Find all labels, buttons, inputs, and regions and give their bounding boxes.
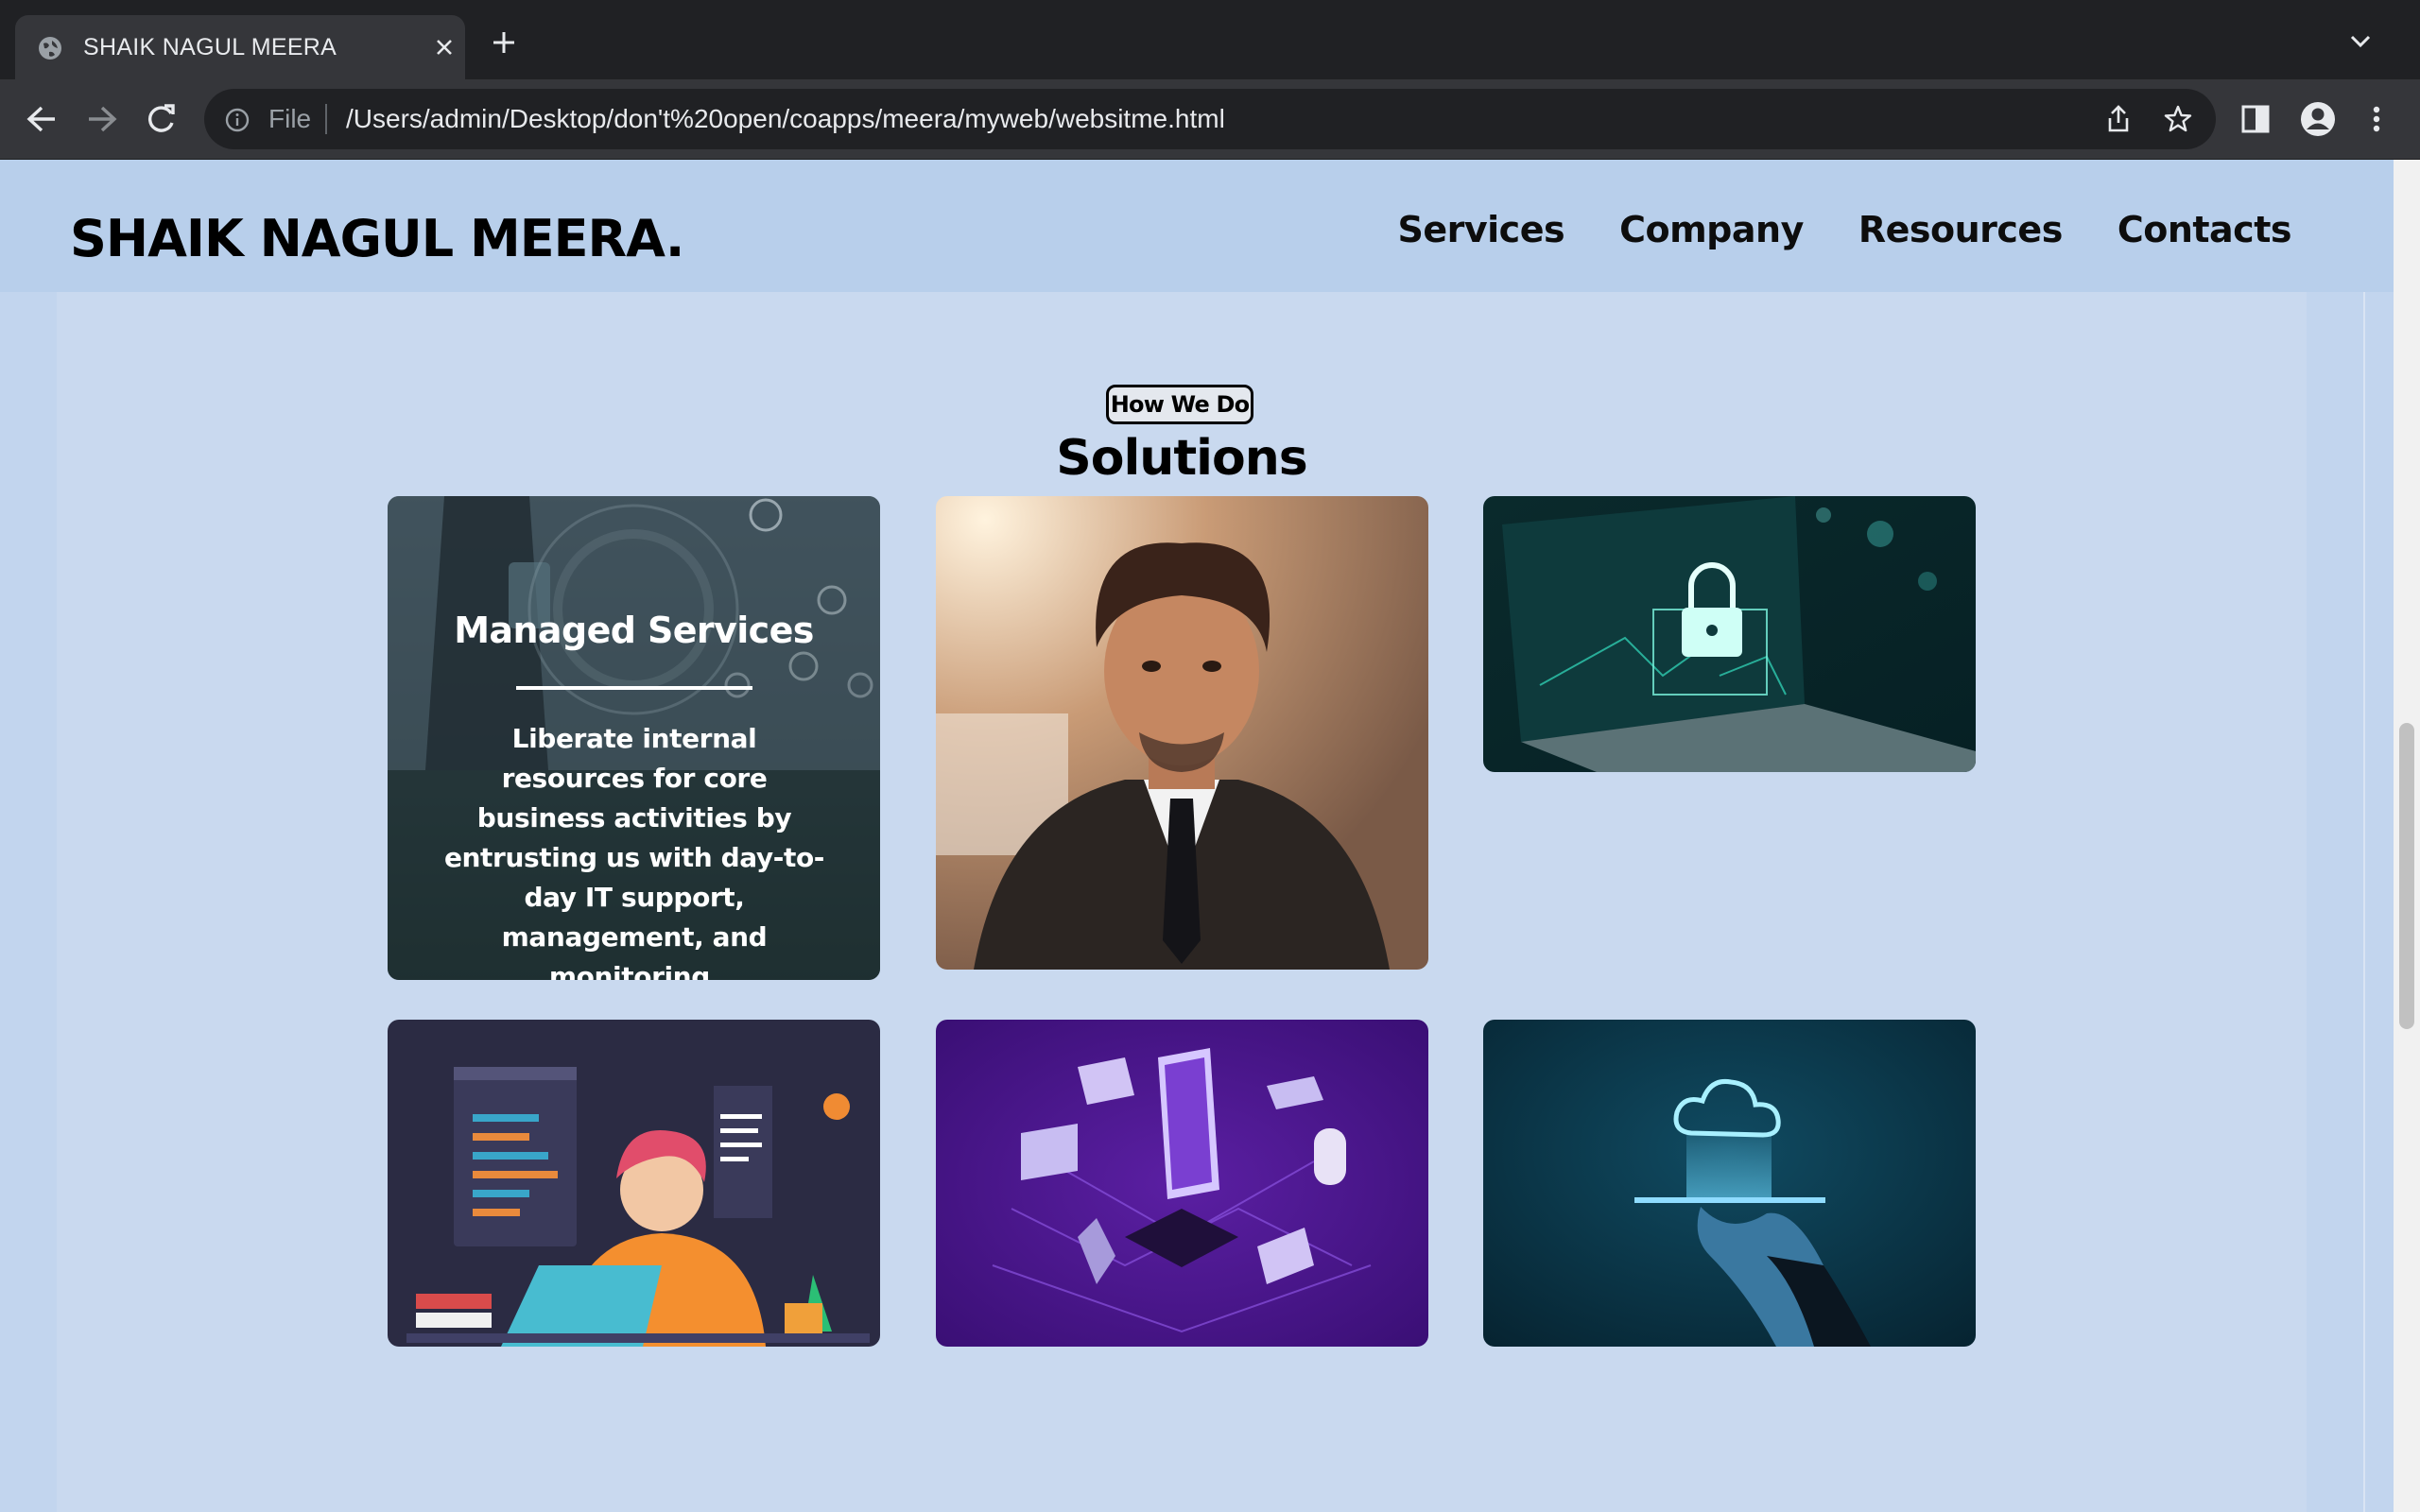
nav-link-company[interactable]: Company (1619, 207, 1804, 252)
url-scheme-label: File (268, 104, 312, 133)
card-hover-overlay: Managed Services Liberate internal resou… (388, 496, 880, 980)
side-panel-icon[interactable] (2240, 100, 2271, 142)
site-logo-text[interactable]: SHAIK NAGUL MEERA. (70, 209, 684, 269)
cloud-on-hand-image (1483, 1020, 1976, 1347)
card-description: Liberate internal resources for core bus… (443, 723, 825, 980)
page-scrollbar[interactable] (2394, 160, 2420, 1512)
divider (2363, 292, 2365, 1512)
solution-card-iot[interactable] (936, 1020, 1428, 1347)
new-tab-icon[interactable] (492, 30, 516, 59)
globe-icon (38, 36, 62, 64)
isometric-iot-illustration-image (936, 1020, 1428, 1347)
tab-search-chevron-icon[interactable] (2350, 34, 2371, 52)
portrait-photo-image (936, 496, 1428, 970)
browser-toolbar: File /Users/admin/Desktop/don't%20open/c… (0, 79, 2420, 160)
tab-title: SHAIK NAGUL MEERA (83, 34, 337, 60)
close-tab-icon[interactable] (435, 38, 454, 60)
browser-tab-strip: SHAIK NAGUL MEERA (0, 0, 2420, 79)
browser-tab[interactable]: SHAIK NAGUL MEERA (15, 15, 465, 79)
url-separator (325, 104, 327, 134)
forward-icon[interactable] (85, 100, 119, 142)
page-side-strip (0, 160, 57, 1512)
page-viewport: SHAIK NAGUL MEERA. Services Company Reso… (0, 160, 2394, 1512)
main-nav: Services Company Resources Contacts (1398, 207, 2292, 252)
card-divider (516, 686, 752, 690)
bookmark-star-icon[interactable] (2163, 104, 2193, 138)
back-icon[interactable] (25, 100, 59, 142)
page-side-strip (2307, 160, 2394, 1512)
share-icon[interactable] (2104, 104, 2133, 138)
site-header: SHAIK NAGUL MEERA. Services Company Reso… (0, 160, 2394, 292)
browser-menu-icon[interactable] (2369, 100, 2384, 142)
laptop-padlock-image (1483, 496, 1976, 772)
site-info-icon[interactable] (225, 108, 250, 136)
card-heading: Managed Services (454, 610, 814, 651)
url-text[interactable]: /Users/admin/Desktop/don't%20open/coapps… (346, 102, 1225, 136)
nav-link-services[interactable]: Services (1398, 207, 1565, 252)
solution-card-web-development[interactable] (388, 1020, 880, 1347)
scrollbar-thumb[interactable] (2399, 723, 2414, 1029)
solution-card-managed-services[interactable]: Managed Services Liberate internal resou… (388, 496, 880, 980)
section-title: Solutions (1056, 430, 1307, 487)
nav-link-contacts[interactable]: Contacts (2118, 207, 2292, 252)
web-developer-illustration-image (388, 1020, 880, 1347)
solution-card-portrait[interactable] (936, 496, 1428, 970)
profile-avatar-icon[interactable] (2299, 100, 2337, 142)
solution-card-cloud[interactable] (1483, 1020, 1976, 1347)
solution-card-cybersecurity[interactable] (1483, 496, 1976, 772)
nav-link-resources[interactable]: Resources (1858, 207, 2063, 252)
reload-icon[interactable] (144, 100, 178, 142)
address-bar[interactable]: File /Users/admin/Desktop/don't%20open/c… (204, 89, 2216, 149)
section-eyebrow-badge: How We Do (1106, 385, 1253, 424)
